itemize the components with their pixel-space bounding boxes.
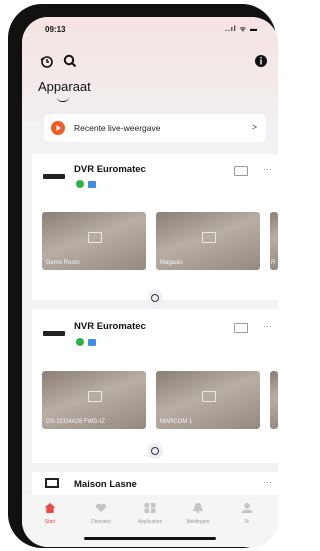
camera-thumbnail[interactable] xyxy=(270,371,278,429)
tab-label: Ik xyxy=(245,519,249,525)
info-icon[interactable] xyxy=(254,54,268,68)
tab-label: Meldingen xyxy=(186,519,210,525)
phone-frame: 09:13 ..ıl ᯤ ▬ Apparaat Recente live-wee… xyxy=(8,4,278,548)
cloud-icon xyxy=(88,181,96,188)
page-title: Apparaat xyxy=(38,79,91,94)
device-status xyxy=(76,338,96,346)
camera-thumbnail[interactable]: Demo Room xyxy=(42,212,146,270)
camera-thumbnail[interactable]: MARCOM 1 xyxy=(156,371,260,429)
laptop-icon[interactable] xyxy=(234,166,248,176)
home-icon xyxy=(44,503,56,513)
camera-label: Magasin xyxy=(160,260,183,266)
more-options-button[interactable]: ··· xyxy=(263,164,272,174)
tab-application[interactable]: Application xyxy=(126,503,174,525)
camera-label: MARCOM 1 xyxy=(160,419,193,425)
camera-label: DS-2CD4A26 FWD-IZ xyxy=(46,419,106,425)
camera-label: R xyxy=(271,260,276,266)
image-icon xyxy=(88,232,102,243)
online-icon xyxy=(76,180,84,188)
device-name: Maison Lasne xyxy=(74,479,137,490)
status-time: 09:13 xyxy=(45,25,66,34)
grid-icon xyxy=(144,503,156,513)
search-icon[interactable] xyxy=(63,54,77,68)
device-icon xyxy=(45,478,59,488)
tab-diensten[interactable]: Diensten xyxy=(77,503,125,525)
bell-icon xyxy=(192,503,204,513)
device-status xyxy=(76,180,96,188)
status-system-icons: ..ıl ᯤ ▬ xyxy=(224,26,258,33)
recorder-icon xyxy=(43,331,65,336)
camera-thumbnail[interactable]: Magasin xyxy=(156,212,260,270)
device-name: DVR Euromatec xyxy=(74,164,146,175)
chevron-right-icon: > xyxy=(251,122,257,132)
tab-label: Diensten xyxy=(91,519,111,525)
tab-ik[interactable]: Ik xyxy=(223,503,271,525)
recorder-icon xyxy=(43,174,65,179)
camera-thumbnail[interactable]: DS-2CD4A26 FWD-IZ xyxy=(42,371,146,429)
device-card-dvr[interactable]: DVR Euromatec ··· Demo Room Magasin R xyxy=(32,154,278,306)
tab-meldingen[interactable]: Meldingen xyxy=(174,503,222,525)
heart-icon xyxy=(95,503,107,513)
screen: 09:13 ..ıl ᯤ ▬ Apparaat Recente live-wee… xyxy=(22,17,278,547)
tab-label: Application xyxy=(137,519,163,525)
more-options-button[interactable]: ··· xyxy=(263,321,272,331)
tab-start[interactable]: Start xyxy=(26,503,74,525)
online-icon xyxy=(76,338,84,346)
camera-thumbnail[interactable]: R xyxy=(270,212,278,270)
home-indicator xyxy=(84,537,216,540)
image-icon xyxy=(202,232,216,243)
image-icon xyxy=(202,391,216,402)
play-all-button[interactable] xyxy=(147,290,163,306)
device-name: NVR Euromatec xyxy=(74,321,146,332)
cloud-icon xyxy=(88,339,96,346)
recent-live-view-banner[interactable]: Recente live-weergave > xyxy=(44,114,266,142)
laptop-icon[interactable] xyxy=(234,323,248,333)
play-all-button[interactable] xyxy=(147,443,163,459)
user-icon xyxy=(241,503,253,513)
device-card-nvr[interactable]: NVR Euromatec ··· DS-2CD4A26 FWD-IZ MARC… xyxy=(32,309,278,463)
camera-label: Demo Room xyxy=(46,260,80,266)
banner-label: Recente live-weergave xyxy=(74,123,161,133)
tab-label: Start xyxy=(44,519,56,525)
image-icon xyxy=(88,391,102,402)
status-bar: 09:13 ..ıl ᯤ ▬ xyxy=(22,17,278,37)
play-icon xyxy=(51,121,65,135)
more-options-button[interactable]: ··· xyxy=(263,477,272,487)
history-icon[interactable] xyxy=(40,55,54,69)
